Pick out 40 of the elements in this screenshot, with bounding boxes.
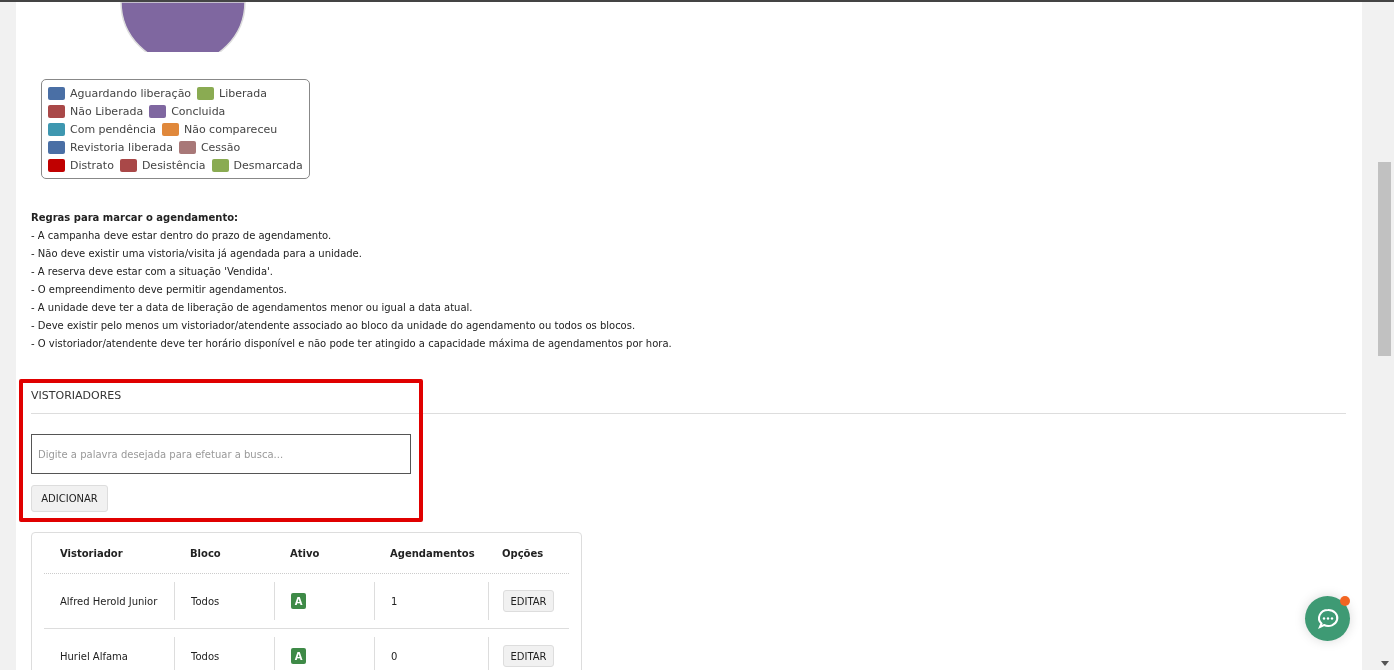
table-cell: Huriel Alfama [60, 650, 128, 662]
rule-text: - A reserva deve estar com a situação 'Vendida'. [31, 265, 274, 279]
chat-bubble-icon [1315, 606, 1340, 631]
rule-text: - A campanha deve estar dentro do prazo de agendamento. [31, 229, 333, 243]
rule-text: - O vistoriador/atendente deve ter horário disponível e não pode ter atingido a capacidade máxima de agendamentos por hora. [31, 337, 673, 351]
add-button[interactable]: ADICIONAR [31, 485, 108, 512]
legend-label: Cessão [200, 140, 241, 154]
rule-text: - A unidade deve ter a data de liberação de agendamentos menor ou igual a data atual. [31, 301, 474, 315]
column-header: Bloco [189, 547, 222, 559]
legend-label: Revistoria liberada [70, 140, 173, 154]
legend-label: Liberada [219, 86, 268, 100]
rule-text: - Deve existir pelo menos um vistoriador/atendente associado ao bloco da unidade do agendamento ou todos os blocos. [31, 319, 637, 333]
legend-label: Desmarcada [233, 158, 303, 172]
column-header: Opções [501, 547, 545, 559]
section-title: VISTORIADORES [31, 388, 123, 404]
legend-label: Concluida [171, 104, 226, 118]
active-badge: A [291, 593, 306, 609]
column-header: Ativo [289, 547, 321, 559]
edit-button[interactable]: EDITAR [503, 645, 554, 667]
rule-text: - O empreendimento deve permitir agendamentos. [31, 283, 288, 297]
table-cell: Alfred Herold Junior [60, 595, 158, 607]
table-cell: Todos [191, 595, 220, 607]
rule-text: - Não deve existir uma vistoria/visita já agendada para a unidade. [31, 247, 363, 261]
rules-title: Regras para marcar o agendamento: [31, 211, 240, 225]
scrollbar-thumb[interactable] [1378, 162, 1391, 356]
legend-label: Distrato [70, 158, 114, 172]
legend-label: Não compareceu [183, 122, 278, 136]
column-header: Agendamentos [389, 547, 476, 559]
active-badge: A [291, 648, 306, 664]
legend-label: Desistência [141, 158, 206, 172]
table-cell: 0 [391, 650, 398, 662]
edit-button[interactable]: EDITAR [503, 590, 554, 612]
column-header: Vistoriador [59, 547, 124, 559]
legend-label: Não Liberada [70, 104, 144, 118]
table-cell: Todos [191, 650, 220, 662]
table-cell: 1 [391, 595, 398, 607]
scroll-down-icon[interactable] [1381, 661, 1389, 666]
legend-label: Com pendência [70, 122, 156, 136]
search-field[interactable]: Digite a palavra desejada para efetuar a busca... [31, 434, 411, 474]
legend-label: Aguardando liberação [70, 86, 192, 100]
